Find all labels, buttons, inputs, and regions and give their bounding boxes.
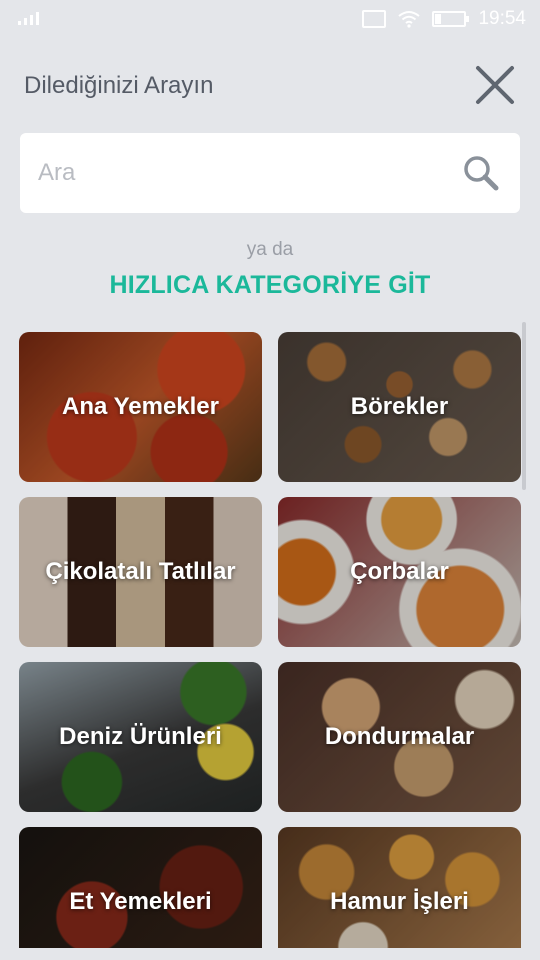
category-tile-corbalar[interactable]: Çorbalar <box>278 497 521 647</box>
category-grid: Ana Yemekler Börekler Çikolatalı Tatlıla… <box>19 332 521 948</box>
battery-icon <box>432 11 470 27</box>
search-icon[interactable] <box>462 154 500 192</box>
close-icon <box>476 66 514 104</box>
signal-icon <box>18 11 39 25</box>
status-bar: 19:54 <box>0 0 540 38</box>
category-tile-borekler[interactable]: Börekler <box>278 332 521 482</box>
page-title: Dilediğinizi Arayın <box>24 72 214 99</box>
category-label: Deniz Ürünleri <box>59 723 222 750</box>
category-label: Börekler <box>350 393 449 420</box>
category-label: Çikolatalı Tatlılar <box>45 558 236 585</box>
category-label: Çorbalar <box>350 558 449 585</box>
category-tile-et-yemekleri[interactable]: Et Yemekleri <box>19 827 262 948</box>
wifi-icon <box>398 11 421 28</box>
quick-category-title: HIZLICA KATEGORİYE GİT <box>109 271 431 299</box>
category-tile-dondurmalar[interactable]: Dondurmalar <box>278 662 521 812</box>
cast-icon <box>362 10 387 28</box>
category-label: Hamur İşleri <box>330 888 469 915</box>
category-tile-ana-yemekler[interactable]: Ana Yemekler <box>19 332 262 482</box>
category-label: Dondurmalar <box>324 723 475 750</box>
category-tile-cikolatali-tatlilar[interactable]: Çikolatalı Tatlılar <box>19 497 262 647</box>
divider-text: ya da <box>246 239 294 260</box>
status-time: 19:54 <box>478 8 526 29</box>
category-tile-deniz-urunleri[interactable]: Deniz Ürünleri <box>19 662 262 812</box>
search-box <box>20 133 520 213</box>
status-icons: 19:54 <box>362 8 526 30</box>
category-tile-hamur-isleri[interactable]: Hamur İşleri <box>278 827 521 948</box>
close-button[interactable] <box>474 64 516 106</box>
scrollbar[interactable] <box>522 322 526 490</box>
category-label: Ana Yemekler <box>62 393 219 420</box>
search-input[interactable] <box>20 133 460 213</box>
category-label: Et Yemekleri <box>69 888 212 915</box>
